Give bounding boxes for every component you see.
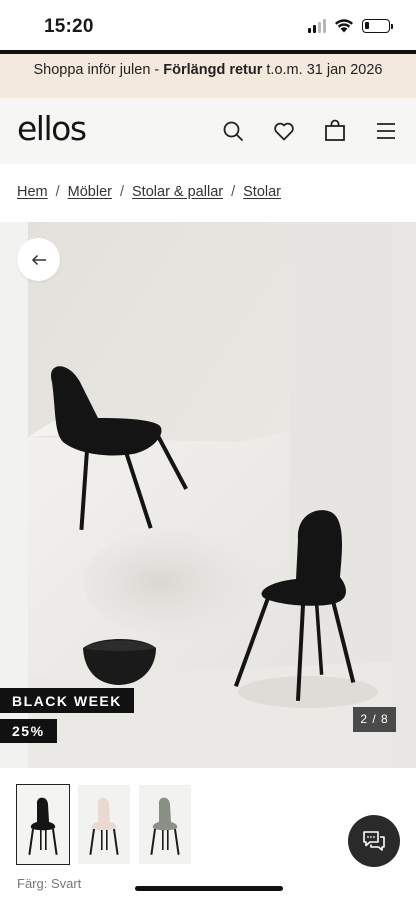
- promo-banner[interactable]: Shoppa inför julen - Förlängd retur t.o.…: [0, 50, 416, 98]
- status-icons: [308, 18, 393, 33]
- arrow-left-icon: [31, 254, 46, 265]
- status-time: 15:20: [44, 16, 94, 37]
- next-image-peek[interactable]: [392, 222, 416, 768]
- thumbnail-black[interactable]: [16, 784, 70, 865]
- battery-icon: [362, 18, 393, 33]
- breadcrumb-stolar-pallar[interactable]: Stolar & pallar: [132, 184, 223, 200]
- chat-button[interactable]: [348, 815, 400, 867]
- breadcrumb-separator: /: [55, 184, 60, 200]
- wifi-icon: [335, 19, 353, 33]
- breadcrumb: Hem / Möbler / Stolar & pallar / Stolar: [17, 184, 281, 200]
- ellos-logo[interactable]: ellos: [17, 109, 87, 148]
- discount-tag: 25%: [0, 719, 57, 743]
- product-photo[interactable]: [28, 222, 392, 768]
- home-indicator[interactable]: [135, 886, 283, 891]
- thumbnail-beige[interactable]: [78, 785, 130, 864]
- black-week-tag: BLACK WEEK: [0, 688, 134, 713]
- search-icon[interactable]: [221, 119, 245, 143]
- chair-thumbnail: [150, 797, 180, 855]
- back-button[interactable]: [17, 238, 60, 281]
- breadcrumb-separator: /: [119, 184, 125, 200]
- breadcrumb-home[interactable]: Hem: [17, 184, 48, 200]
- chat-icon: [363, 831, 385, 851]
- product-gallery[interactable]: BLACK WEEK 25% 2 / 8: [0, 222, 416, 768]
- chair-thumbnail: [89, 797, 119, 855]
- promo-text-bold: Förlängd retur: [163, 62, 263, 78]
- breadcrumb-separator: /: [231, 184, 236, 200]
- thumbnail-green[interactable]: [139, 785, 191, 864]
- bag-icon[interactable]: [323, 119, 347, 143]
- selected-color-label: Färg: Svart: [17, 876, 82, 891]
- signal-icon: [308, 18, 326, 33]
- breadcrumb-mobler[interactable]: Möbler: [68, 184, 112, 200]
- menu-icon[interactable]: [374, 119, 398, 143]
- color-thumbnails: [16, 784, 191, 865]
- breadcrumb-stolar[interactable]: Stolar: [243, 184, 281, 200]
- previous-image-peek[interactable]: [0, 222, 28, 768]
- image-page-counter: 2 / 8: [353, 707, 396, 732]
- promo-text-lead: Shoppa inför julen -: [33, 62, 164, 78]
- promo-text-tail: t.o.m. 31 jan 2026: [262, 62, 383, 78]
- site-header: ellos: [0, 98, 416, 164]
- chair-thumbnail: [28, 797, 58, 855]
- heart-icon[interactable]: [272, 119, 296, 143]
- status-bar: 15:20: [0, 0, 416, 50]
- battery-level: [365, 21, 369, 29]
